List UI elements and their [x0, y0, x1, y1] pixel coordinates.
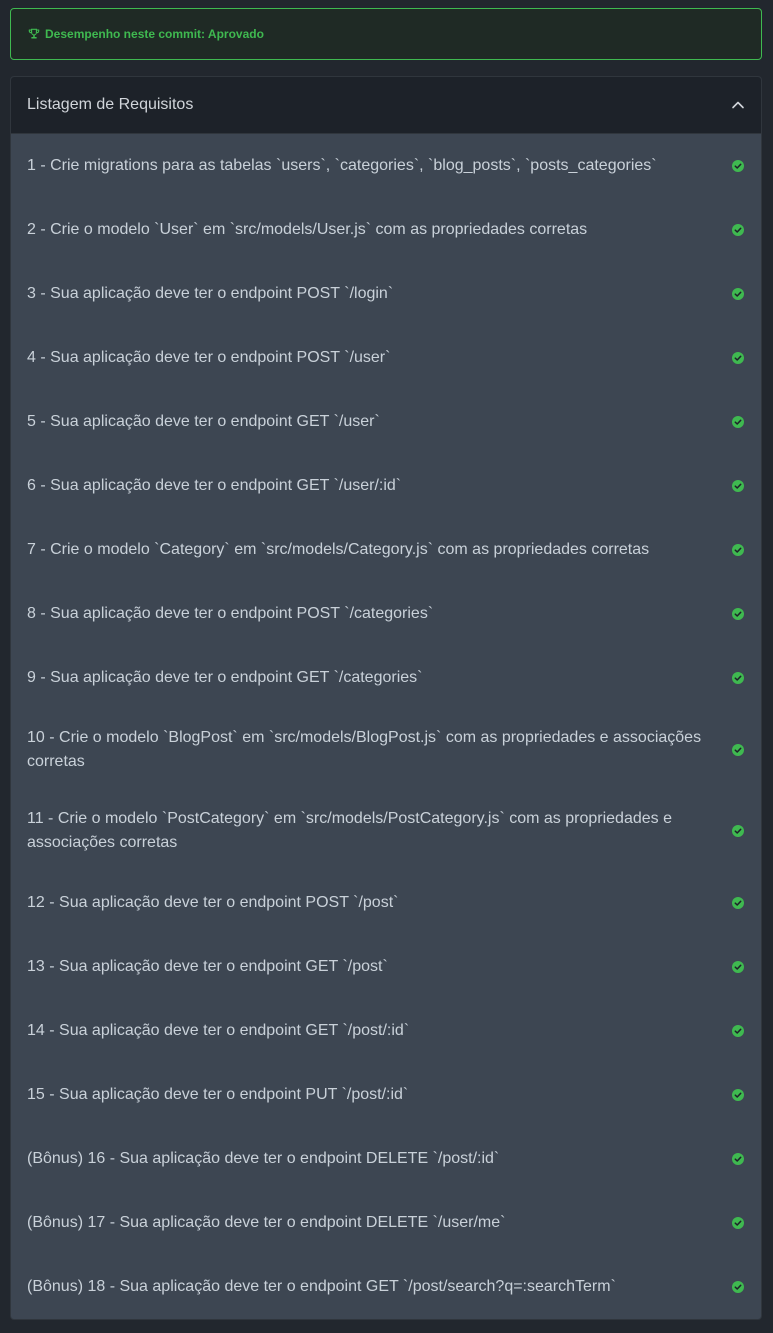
- requirement-item: 15 - Sua aplicação deve ter o endpoint P…: [11, 1063, 761, 1127]
- requirement-label: 12 - Sua aplicação deve ter o endpoint P…: [27, 894, 399, 911]
- requirement-item: (Bônus) 18 - Sua aplicação deve ter o en…: [11, 1255, 761, 1319]
- check-circle-icon: [732, 416, 744, 428]
- check-circle-icon: [732, 1217, 744, 1229]
- requirement-item: 5 - Sua aplicação deve ter o endpoint GE…: [11, 390, 761, 454]
- requirement-item: 12 - Sua aplicação deve ter o endpoint P…: [11, 871, 761, 935]
- requirement-label: 11 - Crie o modelo `PostCategory` em `sr…: [27, 809, 672, 851]
- check-circle-icon: [732, 608, 744, 620]
- requirement-item: 13 - Sua aplicação deve ter o endpoint G…: [11, 935, 761, 999]
- requirement-label: 15 - Sua aplicação deve ter o endpoint P…: [27, 1086, 409, 1103]
- requirement-label: 2 - Crie o modelo `User` em `src/models/…: [27, 221, 588, 238]
- requirement-label: 13 - Sua aplicação deve ter o endpoint G…: [27, 958, 388, 975]
- check-circle-icon: [732, 1281, 744, 1293]
- requirements-list: 1 - Crie migrations para as tabelas `use…: [11, 134, 761, 1319]
- status-text: Desempenho neste commit: Aprovado: [45, 27, 264, 41]
- requirement-item: 3 - Sua aplicação deve ter o endpoint PO…: [11, 262, 761, 326]
- check-circle-icon: [732, 480, 744, 492]
- check-circle-icon: [732, 1025, 744, 1037]
- requirement-label: 14 - Sua aplicação deve ter o endpoint G…: [27, 1022, 410, 1039]
- requirement-label: (Bônus) 17 - Sua aplicação deve ter o en…: [27, 1214, 506, 1231]
- requirement-item: (Bônus) 17 - Sua aplicação deve ter o en…: [11, 1191, 761, 1255]
- requirement-item: 2 - Crie o modelo `User` em `src/models/…: [11, 198, 761, 262]
- check-circle-icon: [732, 1153, 744, 1165]
- requirement-label: 5 - Sua aplicação deve ter o endpoint GE…: [27, 413, 380, 430]
- panel-title: Listagem de Requisitos: [27, 96, 194, 113]
- requirement-label: 3 - Sua aplicação deve ter o endpoint PO…: [27, 285, 394, 302]
- check-circle-icon: [732, 224, 744, 236]
- requirement-label: (Bônus) 16 - Sua aplicação deve ter o en…: [27, 1150, 500, 1167]
- requirements-panel: Listagem de Requisitos 1 - Crie migratio…: [10, 76, 762, 1320]
- requirement-item: 14 - Sua aplicação deve ter o endpoint G…: [11, 999, 761, 1063]
- requirement-item: 6 - Sua aplicação deve ter o endpoint GE…: [11, 454, 761, 518]
- requirement-label: 1 - Crie migrations para as tabelas `use…: [27, 157, 657, 174]
- requirement-label: 8 - Sua aplicação deve ter o endpoint PO…: [27, 605, 434, 622]
- check-circle-icon: [732, 160, 744, 172]
- check-circle-icon: [732, 672, 744, 684]
- requirement-item: (Bônus) 16 - Sua aplicação deve ter o en…: [11, 1127, 761, 1191]
- requirement-label: 7 - Crie o modelo `Category` em `src/mod…: [27, 541, 650, 558]
- requirement-item: 8 - Sua aplicação deve ter o endpoint PO…: [11, 582, 761, 646]
- check-circle-icon: [732, 352, 744, 364]
- requirement-item: 9 - Sua aplicação deve ter o endpoint GE…: [11, 646, 761, 710]
- chevron-up-icon[interactable]: [731, 98, 745, 112]
- check-circle-icon: [732, 744, 744, 757]
- status-banner: Desempenho neste commit: Aprovado: [10, 8, 762, 60]
- requirement-item: 7 - Crie o modelo `Category` em `src/mod…: [11, 518, 761, 582]
- check-circle-icon: [732, 288, 744, 300]
- requirement-label: 6 - Sua aplicação deve ter o endpoint GE…: [27, 477, 402, 494]
- check-circle-icon: [732, 1089, 744, 1101]
- requirement-item: 11 - Crie o modelo `PostCategory` em `sr…: [11, 791, 761, 872]
- trophy-icon: [28, 28, 40, 40]
- requirement-item: 4 - Sua aplicação deve ter o endpoint PO…: [11, 326, 761, 390]
- check-circle-icon: [732, 824, 744, 837]
- requirement-item: 10 - Crie o modelo `BlogPost` em `src/mo…: [11, 710, 761, 791]
- requirements-header[interactable]: Listagem de Requisitos: [11, 77, 761, 134]
- requirement-item: 1 - Crie migrations para as tabelas `use…: [11, 134, 761, 198]
- requirement-label: 4 - Sua aplicação deve ter o endpoint PO…: [27, 349, 391, 366]
- check-circle-icon: [732, 961, 744, 973]
- check-circle-icon: [732, 544, 744, 556]
- requirement-label: 9 - Sua aplicação deve ter o endpoint GE…: [27, 669, 423, 686]
- check-circle-icon: [732, 897, 744, 909]
- requirement-label: 10 - Crie o modelo `BlogPost` em `src/mo…: [27, 729, 702, 771]
- requirement-label: (Bônus) 18 - Sua aplicação deve ter o en…: [27, 1278, 616, 1295]
